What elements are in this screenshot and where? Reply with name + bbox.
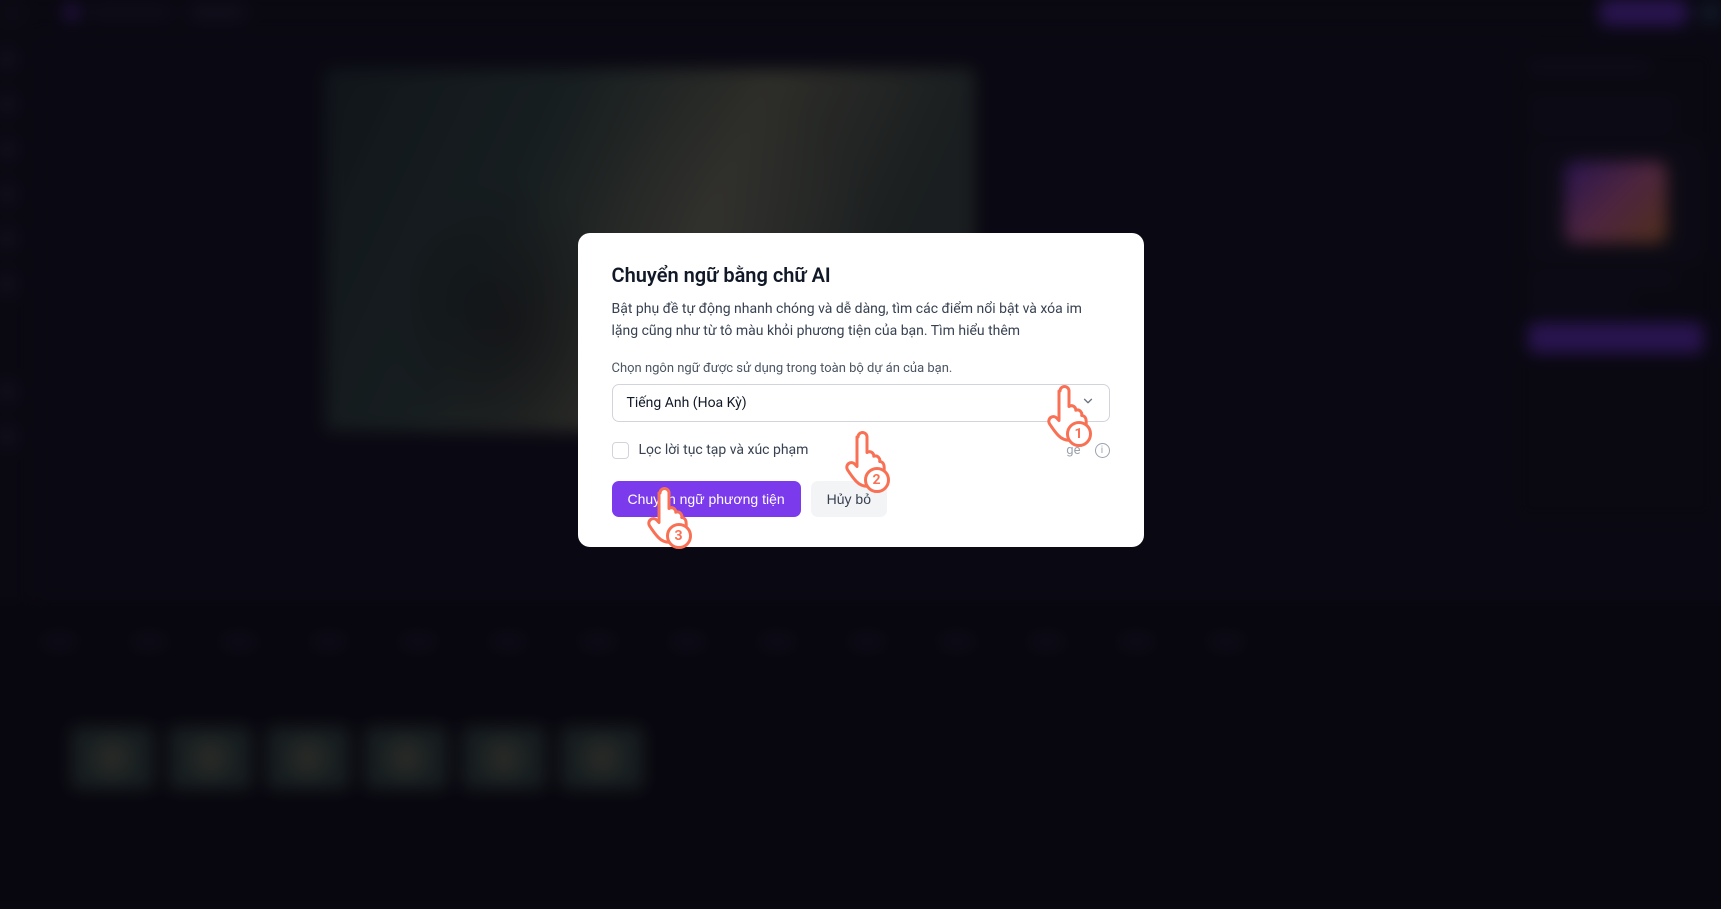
modal-overlay: Chuyển ngữ bằng chữ AI Bật phụ đề tự độn…	[0, 0, 1721, 900]
tutorial-badge-1: 1	[1066, 421, 1092, 447]
language-select-label: Chọn ngôn ngữ được sử dụng trong toàn bộ…	[612, 361, 1110, 376]
tutorial-badge-2: 2	[864, 467, 890, 493]
info-icon[interactable]: i	[1095, 443, 1110, 458]
tutorial-pointer-2: 2	[838, 431, 912, 489]
filter-label: Lọc lời tục tạp và xúc phạm	[639, 442, 809, 458]
language-select-value: Tiếng Anh (Hoa Kỳ)	[627, 395, 747, 411]
language-select[interactable]: Tiếng Anh (Hoa Kỳ)	[612, 384, 1110, 422]
modal-description: Bật phụ đề tự động nhanh chóng và dễ dàn…	[612, 299, 1110, 342]
tutorial-pointer-3: 3	[640, 487, 714, 545]
modal-title: Chuyển ngữ bằng chữ AI	[612, 263, 1110, 287]
filter-checkbox[interactable]	[612, 442, 629, 459]
transcribe-modal: Chuyển ngữ bằng chữ AI Bật phụ đề tự độn…	[578, 233, 1144, 546]
tutorial-pointer-1: 1	[1040, 385, 1114, 443]
tutorial-badge-3: 3	[666, 523, 692, 549]
